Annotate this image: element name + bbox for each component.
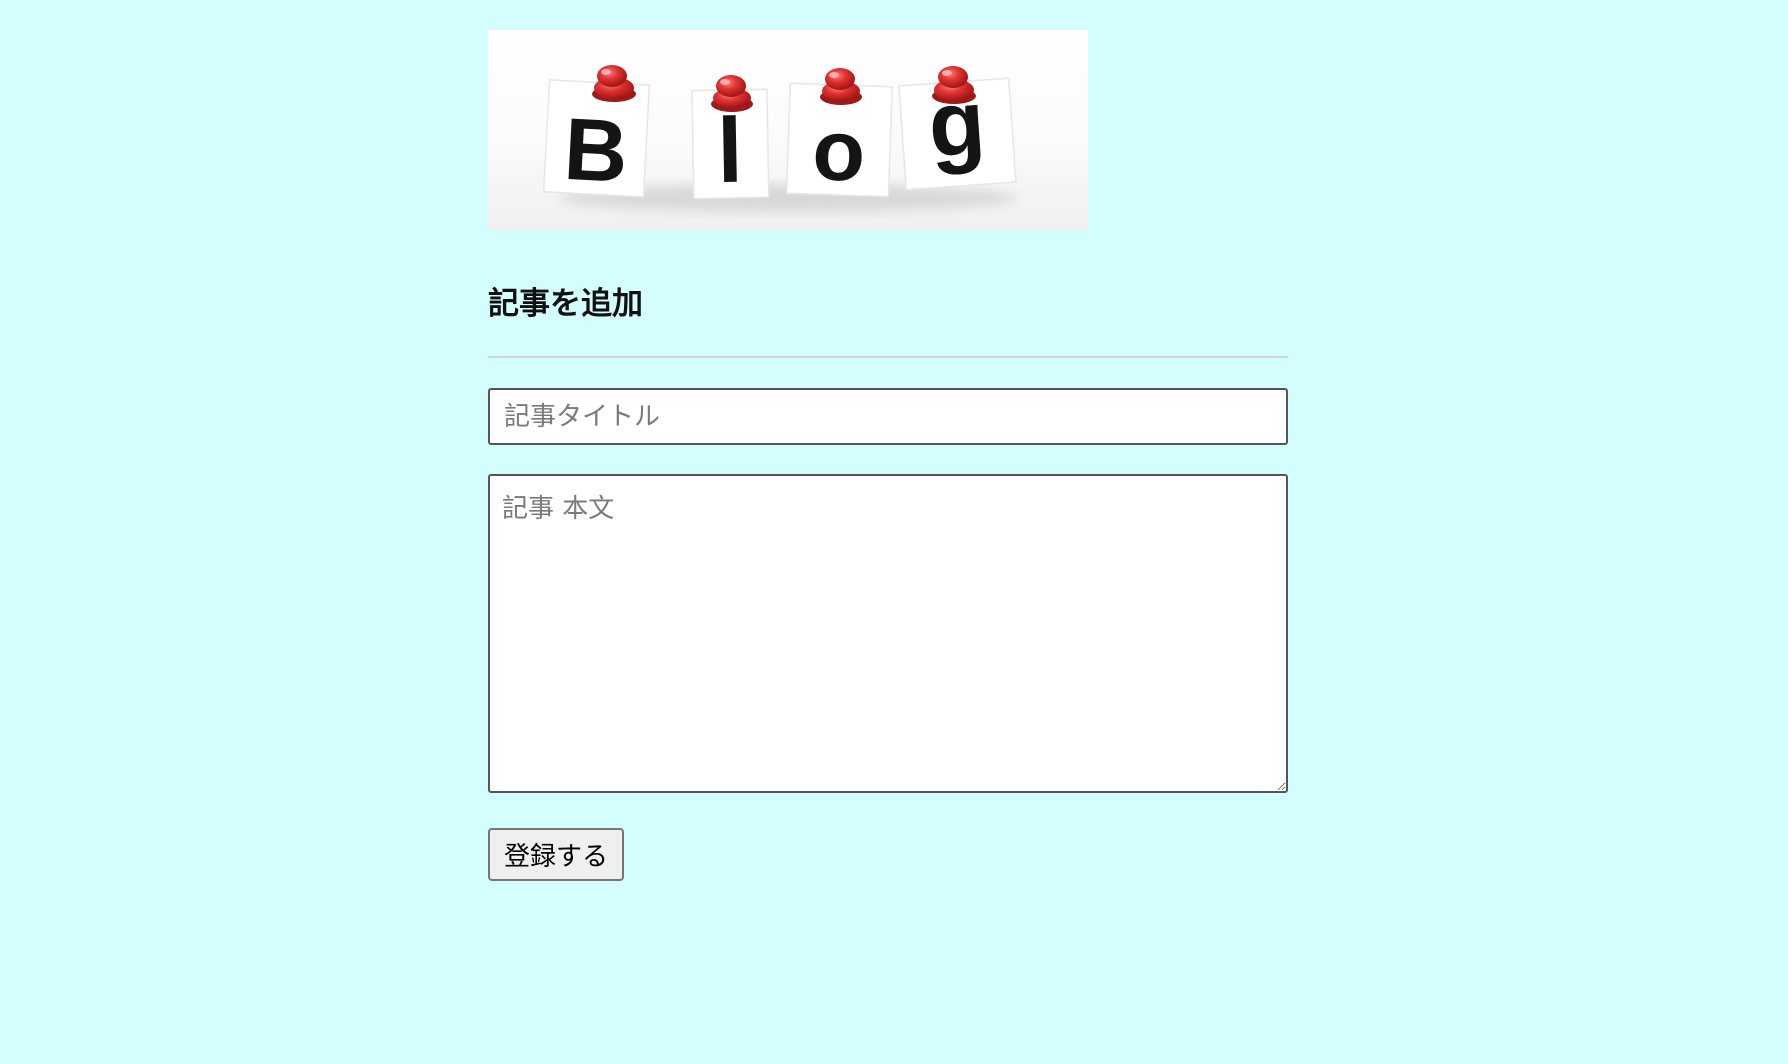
page: B l o g 記事を追加 記事タイトル 記事 本文 登録する <box>0 0 1788 1064</box>
article-body-textarea[interactable] <box>488 474 1288 793</box>
logo-letter-l: l <box>716 100 743 202</box>
blog-logo: B l o g <box>488 30 1088 230</box>
heading-divider <box>488 356 1288 358</box>
pushpin-icon <box>711 75 753 112</box>
logo-letter-o: o <box>811 102 867 200</box>
logo-letter-b: B <box>562 99 631 201</box>
pushpin-icon <box>820 68 862 105</box>
content-container: B l o g 記事を追加 記事タイトル 記事 本文 登録する <box>488 30 1288 881</box>
blog-logo-graphic: B l o g <box>542 65 1018 212</box>
add-article-heading: 記事を追加 <box>488 286 643 322</box>
pushpin-icon <box>592 65 636 102</box>
register-button[interactable]: 登録する <box>488 828 625 881</box>
article-title-input[interactable] <box>488 388 1288 445</box>
